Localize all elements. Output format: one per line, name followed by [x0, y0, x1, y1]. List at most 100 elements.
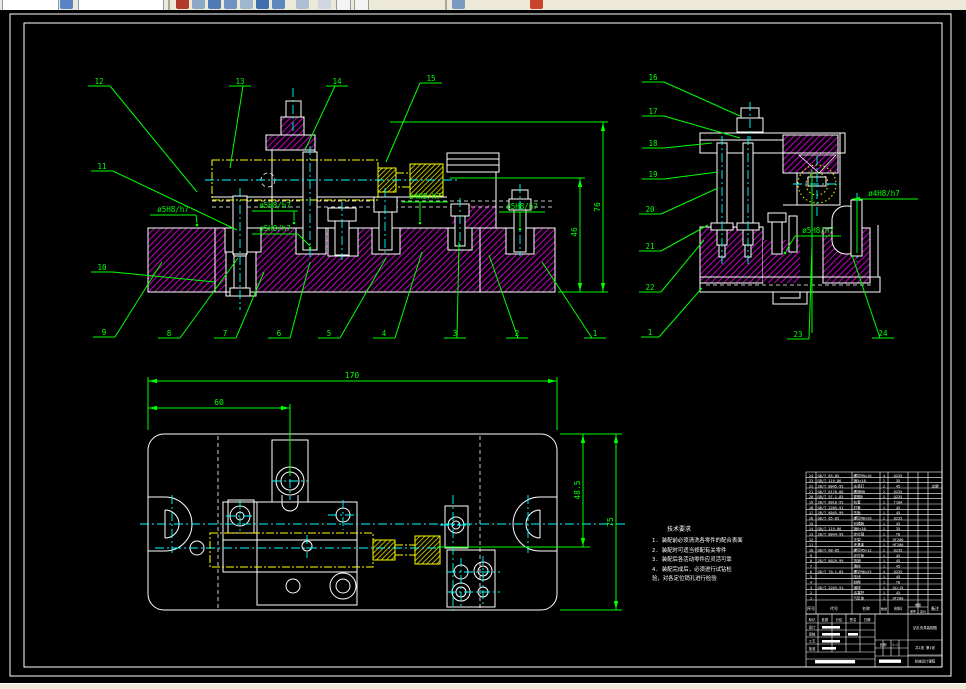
bom-cell: 2: [883, 484, 885, 488]
callout-5: 5: [327, 329, 332, 338]
callout-18: 18: [648, 139, 658, 148]
status-bar: [0, 683, 966, 689]
bom-cell: 钢球: [854, 585, 862, 590]
bom-cell: 9: [810, 554, 812, 558]
bom-cell: 1: [883, 596, 885, 600]
bom-cell: HT200: [893, 543, 904, 547]
callout-7: 7: [223, 329, 228, 338]
bom-cell: 45: [896, 511, 900, 515]
bom-cell: 夹具体: [854, 542, 865, 547]
bom-cell: GB/T 6170-86: [818, 490, 844, 494]
bom-cell: 2: [810, 591, 812, 595]
bom-cell: 1: [883, 522, 885, 526]
tb-org: 机械设计课程: [915, 659, 936, 664]
bom-cell: 活塞杆: [854, 590, 865, 595]
bom-cell: 螺钉M5×12: [854, 547, 872, 552]
bom-cell: GB/T 70.1-85: [818, 570, 844, 574]
tb-zone: 分区: [836, 617, 843, 622]
bom-cell: 压板: [854, 510, 862, 515]
callout-3: 3: [453, 329, 458, 338]
bom-cell: 45: [896, 564, 900, 568]
callout-12: 12: [94, 77, 103, 86]
bom-cell: 1: [883, 506, 885, 510]
bom-cell: 挡销: [854, 558, 862, 563]
dim-75: 75: [606, 517, 615, 527]
bom-cell: JB/T 8045-99: [818, 511, 844, 515]
bom-cell: 10: [809, 548, 813, 552]
bom-cell: 15: [809, 522, 813, 526]
bom-header-rem: 备注: [931, 605, 939, 611]
bom-cell: 4: [883, 570, 885, 574]
bom-cell: 1: [883, 543, 885, 547]
callout-4: 4: [382, 329, 387, 338]
fit-label: ø5H8/h7: [259, 224, 291, 233]
fit-label: ø4H8/h7: [868, 189, 900, 198]
callout-20: 20: [645, 205, 655, 214]
bom-cell: 18: [809, 506, 813, 510]
note-line: 2. 装配时可适当修配有关零件: [652, 546, 727, 554]
callout-14: 14: [332, 77, 342, 86]
model-space[interactable]: [0, 10, 966, 683]
bom-cell: 2: [883, 490, 885, 494]
bom-header-mat: 材料: [894, 605, 902, 611]
bom-cell: 4: [810, 580, 812, 584]
bom-cell: JB/T 8044-99: [818, 532, 844, 536]
fit-label: ø5H8/h7: [259, 201, 291, 210]
callout-15: 15: [426, 74, 435, 83]
bom-cell: 45: [896, 522, 900, 526]
bom-cell: 17: [809, 511, 813, 515]
bom-cell: 45: [896, 506, 900, 510]
dim-170: 170: [345, 371, 360, 380]
bom-cell: 21: [809, 490, 813, 494]
bom-cell: HT200: [893, 596, 904, 600]
tb-count: 处数: [822, 617, 829, 622]
callout-8: 8: [167, 329, 172, 338]
bom-cell: 气缸体: [854, 595, 865, 600]
bom-cell: 45: [896, 484, 900, 488]
callout-17: 17: [648, 107, 657, 116]
bom-cell: 定位板: [854, 553, 865, 558]
bom-cell: 45: [896, 554, 900, 558]
note-line: 4. 装配完成后，必须进行试钻检: [652, 565, 732, 573]
bom-cell: 1: [883, 511, 885, 515]
bom-cell: 2: [883, 548, 885, 552]
callout-22: 22: [645, 283, 654, 292]
dim-46: 46: [570, 227, 579, 237]
bom-cell: GB/T 2203-91: [818, 586, 844, 590]
tb-date: 日期: [864, 617, 871, 622]
bom-cell: Q235: [894, 570, 903, 574]
callout-13: 13: [235, 77, 244, 86]
callout-10: 10: [97, 263, 107, 272]
bom-cell: 压块: [854, 574, 862, 579]
bom-cell: 1: [883, 500, 885, 504]
note-line: 1. 装配前必须清洗各零件的配合表面: [652, 536, 743, 544]
notes-title: 技术要求: [667, 525, 691, 533]
bom-cell: T8: [896, 580, 900, 584]
fit-label: ø5H8/h7: [157, 205, 189, 214]
bom-cell: 7: [810, 564, 812, 568]
fit-label: ø5H8/h7: [506, 202, 538, 211]
drawing-canvas[interactable]: 12 13 14 15 11 10 9 8 7 6 5 4 3 2 1 1 16…: [0, 0, 966, 689]
bom-cell: 1: [883, 591, 885, 595]
bom-header-code: 代号: [830, 605, 838, 611]
bom-cell: GB/T 119-86: [818, 527, 842, 531]
bom-cell: 螺钉M5×16: [854, 473, 872, 478]
bom-cell: 13: [809, 532, 813, 536]
bom-cell: 2: [883, 527, 885, 531]
bom-cell: 45: [896, 559, 900, 563]
bom-cell: 钻模板: [854, 521, 865, 526]
bom-cell: 35: [896, 479, 900, 483]
bom-cell: 4: [883, 474, 885, 478]
dim-60: 60: [214, 398, 224, 407]
tb-check: 审核: [809, 632, 816, 637]
bom-cell: 11: [809, 543, 813, 547]
bom-cell: 定位销: [854, 531, 865, 536]
bom-cell: 2: [883, 479, 885, 483]
bom-header-no: 序号: [807, 605, 815, 611]
bom-cell: 22: [809, 484, 813, 488]
bom-header-weight: 重量: [915, 602, 921, 607]
bom-cell: 1: [883, 564, 885, 568]
bom-cell: 1: [883, 586, 885, 590]
bom-cell: 23: [809, 479, 813, 483]
bom-cell: GB/T 65-85: [818, 516, 840, 520]
